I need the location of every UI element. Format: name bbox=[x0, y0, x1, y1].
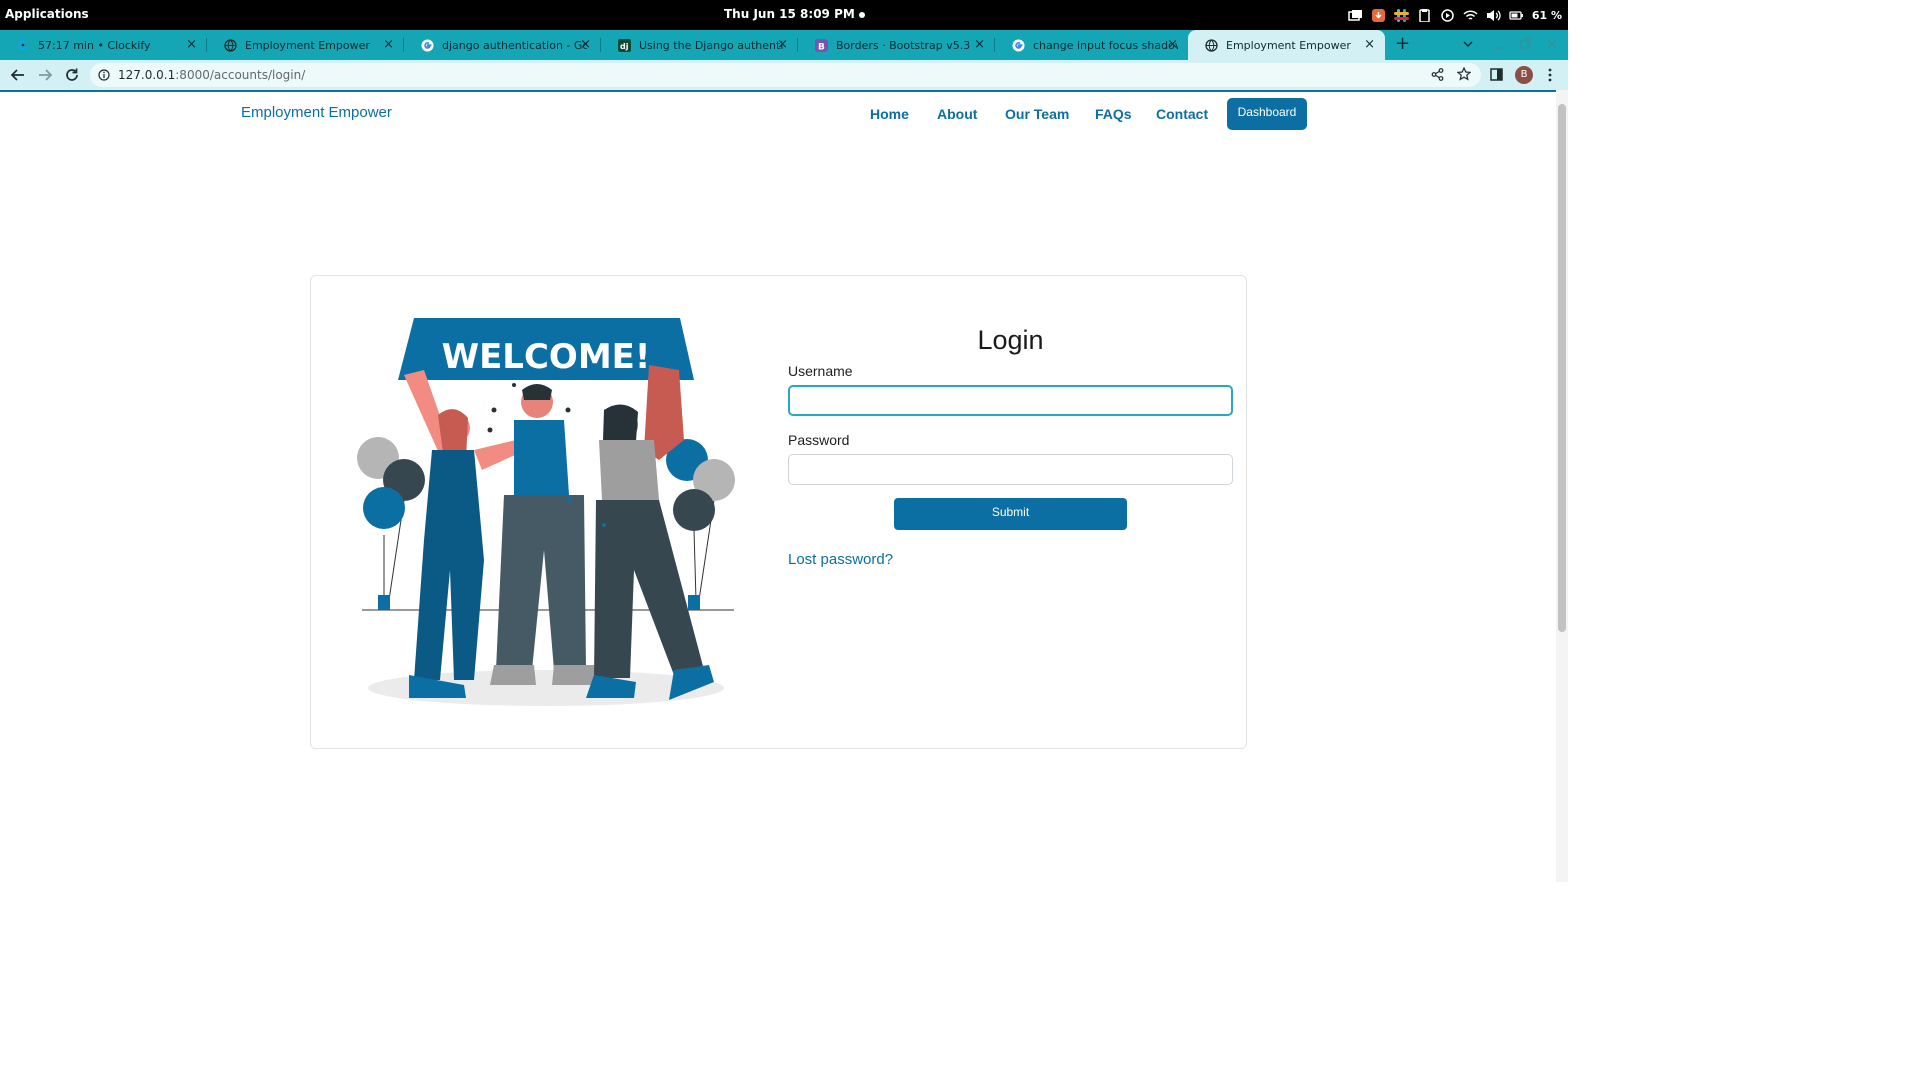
maximize-icon[interactable] bbox=[1519, 38, 1531, 50]
browser-tab[interactable]: Employment Empower × bbox=[207, 30, 404, 60]
banner-text: WELCOME! bbox=[442, 337, 651, 377]
url-path: :8000/accounts/login/ bbox=[175, 68, 306, 82]
browser-tab[interactable]: B Borders · Bootstrap v5.3 × bbox=[798, 30, 995, 60]
site-brand[interactable]: Employment Empower bbox=[241, 104, 392, 121]
nav-faqs[interactable]: FAQs bbox=[1095, 106, 1132, 122]
browser-tab[interactable]: dj Using the Django authenticat × bbox=[601, 30, 798, 60]
slack-icon[interactable] bbox=[1393, 8, 1409, 22]
side-panel-icon[interactable] bbox=[1490, 68, 1503, 81]
django-icon: dj bbox=[617, 38, 631, 52]
globe-icon bbox=[223, 38, 237, 52]
notification-dot bbox=[859, 12, 865, 18]
url-text[interactable]: 127.0.0.1:8000/accounts/login/ bbox=[118, 68, 305, 82]
close-tab-icon[interactable]: × bbox=[974, 38, 985, 52]
svg-text:B: B bbox=[818, 42, 825, 52]
close-tab-icon[interactable]: × bbox=[1167, 38, 1178, 52]
browser-tab[interactable]: django authentication - Goog × bbox=[404, 30, 601, 60]
clipboard-icon[interactable] bbox=[1417, 8, 1432, 22]
forward-icon[interactable] bbox=[37, 67, 53, 83]
url-host: 127.0.0.1 bbox=[118, 68, 176, 82]
tab-title: django authentication - Goog bbox=[442, 38, 587, 52]
clockify-icon bbox=[16, 38, 30, 52]
back-icon[interactable] bbox=[10, 67, 26, 83]
browser-tab[interactable]: 57:17 min • Clockify × bbox=[0, 30, 207, 60]
minimize-icon[interactable] bbox=[1492, 38, 1504, 50]
username-label: Username bbox=[788, 363, 853, 379]
close-tab-icon[interactable]: × bbox=[777, 38, 788, 52]
login-title: Login bbox=[977, 325, 1044, 355]
tab-title: Employment Empower bbox=[245, 38, 370, 52]
battery-icon[interactable] bbox=[1509, 9, 1524, 22]
nav-home[interactable]: Home bbox=[870, 106, 909, 122]
reload-icon[interactable] bbox=[64, 67, 80, 83]
close-window-icon[interactable] bbox=[1546, 38, 1558, 50]
submit-button[interactable]: Submit bbox=[894, 498, 1127, 530]
site-info-icon[interactable] bbox=[98, 69, 110, 81]
google-icon bbox=[420, 38, 434, 52]
browser-tab[interactable]: change input focus shadow c × bbox=[995, 30, 1188, 60]
globe-icon bbox=[1204, 38, 1218, 52]
tab-title: 57:17 min • Clockify bbox=[38, 38, 151, 52]
window-switcher-icon[interactable] bbox=[1348, 9, 1363, 22]
password-input[interactable] bbox=[788, 454, 1233, 485]
applications-menu[interactable]: Applications bbox=[5, 7, 89, 21]
close-tab-icon[interactable]: × bbox=[186, 38, 197, 52]
tab-strip: 57:17 min • Clockify × Employment Empowe… bbox=[0, 30, 1568, 60]
close-tab-icon[interactable]: × bbox=[383, 38, 394, 52]
tab-title: Using the Django authenticat bbox=[639, 38, 784, 52]
close-tab-icon[interactable]: × bbox=[580, 38, 591, 52]
tab-title: change input focus shadow c bbox=[1033, 38, 1178, 52]
username-input[interactable] bbox=[788, 385, 1233, 416]
dashboard-button[interactable]: Dashboard bbox=[1227, 98, 1307, 130]
system-tray: 61 % bbox=[1348, 6, 1562, 24]
browser-tab-active[interactable]: Employment Empower × bbox=[1188, 30, 1385, 60]
lost-password-link[interactable]: Lost password? bbox=[788, 551, 893, 568]
clock[interactable]: Thu Jun 15 8:09 PM bbox=[724, 7, 855, 21]
bootstrap-icon: B bbox=[814, 38, 828, 52]
browser-menu-icon[interactable] bbox=[1544, 67, 1556, 83]
volume-icon[interactable] bbox=[1486, 9, 1501, 22]
nav-contact[interactable]: Contact bbox=[1156, 106, 1208, 122]
tab-title: Borders · Bootstrap v5.3 bbox=[836, 38, 971, 52]
password-label: Password bbox=[788, 432, 850, 448]
new-tab-icon[interactable]: + bbox=[1395, 35, 1410, 53]
bookmark-star-icon[interactable] bbox=[1457, 67, 1471, 81]
os-top-bar: Applications Thu Jun 15 8:09 PM 61 % bbox=[0, 0, 1568, 30]
svg-text:dj: dj bbox=[620, 42, 629, 51]
nav-about[interactable]: About bbox=[937, 106, 977, 122]
close-tab-icon[interactable]: × bbox=[1364, 38, 1375, 52]
profile-avatar[interactable]: B bbox=[1515, 66, 1533, 84]
wifi-icon[interactable] bbox=[1463, 9, 1478, 22]
updates-icon[interactable] bbox=[1371, 8, 1386, 22]
battery-percent: 61 % bbox=[1531, 8, 1562, 22]
tab-title: Employment Empower bbox=[1226, 38, 1351, 52]
nav-our-team[interactable]: Our Team bbox=[1005, 106, 1069, 122]
welcome-illustration: WELCOME! bbox=[357, 318, 735, 706]
google-icon bbox=[1011, 38, 1025, 52]
tab-search-icon[interactable] bbox=[1462, 38, 1474, 50]
media-icon[interactable] bbox=[1440, 8, 1455, 22]
share-icon[interactable] bbox=[1431, 68, 1444, 81]
scrollbar-thumb[interactable] bbox=[1558, 104, 1566, 632]
